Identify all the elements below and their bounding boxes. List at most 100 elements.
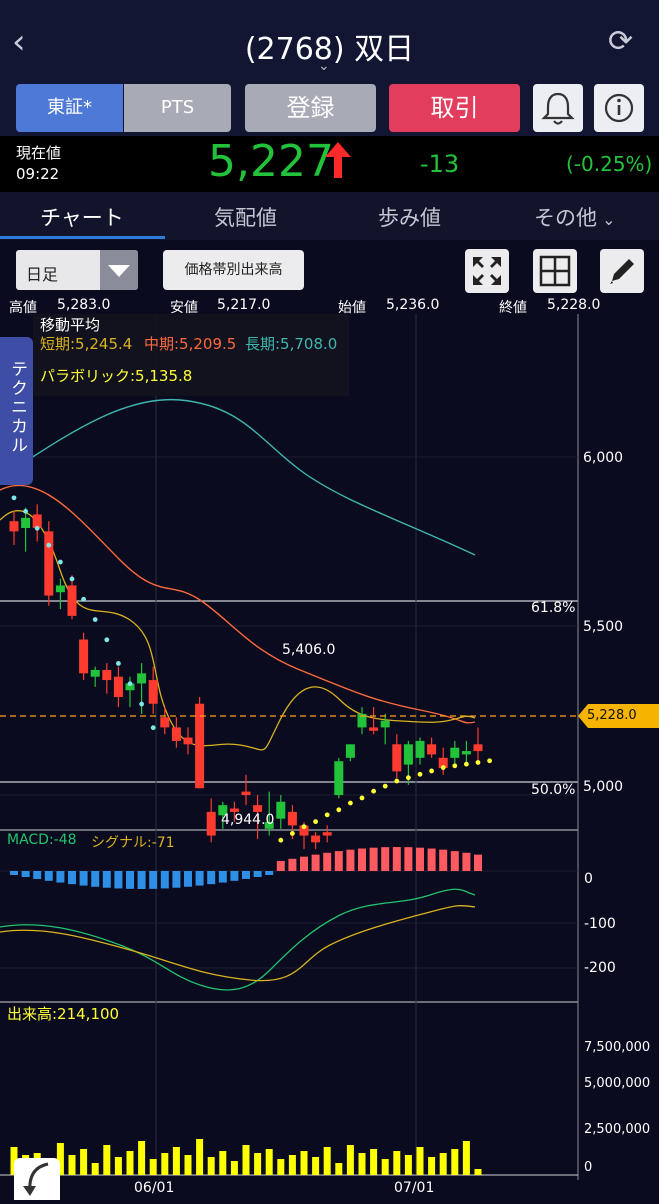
macd-bar <box>56 871 65 883</box>
volume-bar <box>404 1155 412 1175</box>
macd-tick-100: -100 <box>584 916 616 932</box>
macd-bar <box>404 847 413 871</box>
macd-bar <box>149 871 158 889</box>
market-tab-pts[interactable]: PTS <box>124 84 231 132</box>
tab-ayumi[interactable]: 歩み値 <box>378 202 441 232</box>
candle <box>9 521 19 532</box>
price-tick-6000: 6,000 <box>583 450 624 466</box>
parabolic-dot <box>440 765 446 770</box>
candle <box>67 585 77 616</box>
layout-button[interactable] <box>533 249 577 293</box>
candle <box>403 744 413 765</box>
fib-label-618: 61.8% <box>531 600 576 616</box>
volume-bar <box>254 1153 262 1175</box>
volume-bar <box>68 1155 76 1175</box>
volume-bar <box>114 1157 122 1175</box>
macd-bar <box>427 848 436 871</box>
macd-bar <box>91 871 100 887</box>
long-ma-line <box>0 398 476 556</box>
tab-other-label: その他 <box>534 206 597 230</box>
volume-tick-2500000: 2,500,000 <box>584 1122 651 1137</box>
volume-tick-0: 0 <box>584 1160 593 1175</box>
macd-bar <box>195 871 204 886</box>
candle <box>450 747 460 758</box>
parabolic-dot <box>371 788 376 794</box>
macd-bar <box>300 856 308 871</box>
period-dropdown[interactable] <box>100 250 138 290</box>
tab-kehai[interactable]: 気配値 <box>214 202 277 232</box>
parabolic-dot <box>127 681 133 687</box>
info-button[interactable] <box>594 84 644 132</box>
candle <box>44 531 54 596</box>
date-tick-0601: 06/01 <box>134 1180 175 1196</box>
price-change: -13 <box>420 150 460 178</box>
price-tick-5500: 5,500 <box>583 619 624 635</box>
candle <box>160 717 170 728</box>
volume-tick-7500000: 7,500,000 <box>584 1040 651 1055</box>
macd-bar <box>79 871 88 886</box>
volume-by-price-button[interactable]: 価格帯別出来高 <box>163 250 304 290</box>
tab-other[interactable]: その他 ⌄ <box>534 202 616 232</box>
parabolic-dot <box>452 763 458 769</box>
register-button[interactable]: 登録 <box>245 84 376 132</box>
candle <box>206 811 216 836</box>
volume-bar <box>149 1159 157 1175</box>
market-tab-tosho[interactable]: 東証* <box>16 84 123 132</box>
active-tab-indicator <box>0 236 165 239</box>
open-value: 5,236.0 <box>386 297 440 313</box>
macd-bar <box>265 871 274 875</box>
candle <box>171 727 181 741</box>
price-change-percent: (-0.25%) <box>566 152 653 176</box>
parabolic-dot <box>290 831 295 836</box>
macd-bar <box>416 847 424 871</box>
parabolic-dot <box>34 525 40 531</box>
candle <box>461 751 471 755</box>
period-label: 日足 <box>26 265 59 284</box>
parabolic-dot <box>139 701 145 707</box>
volume-tick-5000000: 5,000,000 <box>584 1076 651 1091</box>
signal-legend: シグナル:-71 <box>91 835 175 851</box>
volume-bar <box>196 1139 204 1175</box>
macd-bar <box>450 851 459 871</box>
macd-bar <box>207 871 216 885</box>
volume-bar <box>288 1155 296 1175</box>
refresh-icon[interactable]: ⟳ <box>608 24 633 59</box>
alert-button[interactable] <box>533 84 583 132</box>
parabolic-dot <box>464 761 469 767</box>
tab-chart[interactable]: チャート <box>40 202 124 232</box>
candle <box>473 744 483 752</box>
parabolic-dot <box>69 576 75 582</box>
draw-button[interactable] <box>600 249 644 293</box>
volume-bar <box>358 1153 366 1175</box>
macd-tick-0: 0 <box>584 871 593 887</box>
volume-bar <box>207 1157 215 1175</box>
fib-label-500: 50.0% <box>531 782 576 798</box>
volume-bar <box>230 1161 238 1175</box>
macd-bar <box>474 854 482 871</box>
scroll-back-button[interactable] <box>14 1158 60 1200</box>
macd-bar <box>253 871 262 877</box>
high-annotation: 5,406.0 <box>282 642 336 658</box>
candle <box>276 801 286 819</box>
macd-line <box>0 888 476 991</box>
price-tick-5000: 5,000 <box>583 779 624 795</box>
volume-bar <box>439 1153 447 1175</box>
signal-line <box>0 904 476 982</box>
macd-bar <box>323 852 332 871</box>
candle <box>79 639 89 674</box>
close-value: 5,228.0 <box>547 297 601 313</box>
candle <box>322 832 332 836</box>
candle <box>345 744 355 758</box>
macd-bar <box>392 847 401 871</box>
volume-bar <box>451 1149 459 1175</box>
fullscreen-button[interactable] <box>465 249 509 293</box>
volume-bar <box>80 1149 88 1175</box>
chevron-down-icon[interactable]: ⌄ <box>318 58 330 74</box>
candle <box>183 737 193 745</box>
parabolic-dot <box>475 760 481 765</box>
candle <box>148 680 158 704</box>
price-chart[interactable] <box>0 314 659 1200</box>
candle <box>90 669 100 677</box>
macd-bar <box>44 871 53 881</box>
trade-button[interactable]: 取引 <box>389 84 520 132</box>
